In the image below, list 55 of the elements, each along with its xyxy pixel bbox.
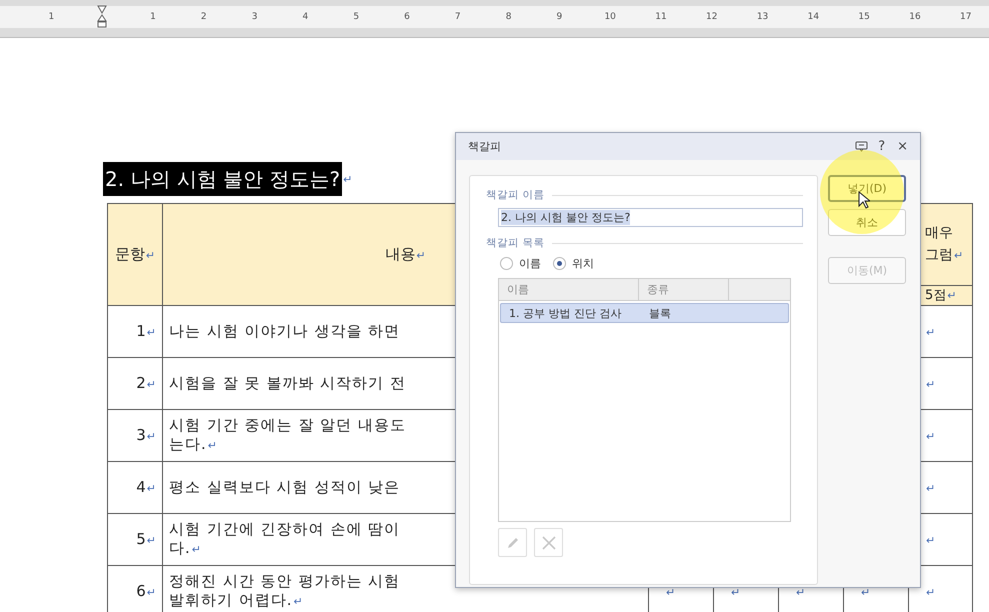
ruler-number: 1 (149, 12, 157, 22)
ruler-number: 2 (200, 12, 208, 22)
ruler-number: 6 (403, 12, 411, 22)
ruler-number: 10 (603, 12, 617, 22)
table-cell: 6↵ (136, 582, 156, 600)
section-label: 책갈피 목록 (486, 236, 544, 250)
help-button[interactable]: ? (876, 139, 888, 154)
ruler-number: 3 (250, 12, 258, 22)
table-cell: 시험을 잘 못 볼까봐 시작하기 전 (169, 374, 406, 392)
table-cell: 평소 실력보다 시험 성적이 낮은 (169, 478, 400, 496)
table-cell: 3↵ (136, 426, 156, 444)
sort-radio[interactable]: 이름 (500, 256, 541, 271)
indent-marker-icon[interactable] (97, 5, 108, 29)
paragraph-mark: ↵ (926, 378, 936, 390)
paragraph-mark: ↵ (926, 534, 936, 546)
table-cell: 4↵ (136, 478, 156, 496)
heading-text: 2. 나의 시험 불안 정도는? (103, 162, 342, 196)
paragraph-mark: ↵ (796, 586, 806, 598)
bookmark-list-item[interactable]: 1. 공부 방법 진단 검사 블록 (500, 303, 789, 323)
ruler-number: 13 (756, 12, 770, 22)
table-cell: 나는 시험 이야기나 생각을 하면 (169, 322, 400, 340)
table-cell: 정해진 시간 동안 평가하는 시험 발휘하기 어렵다.↵ (169, 572, 400, 609)
ruler-number: 16 (908, 12, 922, 22)
sort-radio[interactable]: 위치 (553, 256, 594, 271)
table-cell: 시험 기간에 긴장하여 손에 땀이 다.↵ (169, 520, 400, 557)
close-button[interactable]: × (895, 139, 910, 154)
paragraph-mark: ↵ (926, 430, 936, 442)
dialog-title: 책갈피 (468, 139, 502, 154)
paragraph-mark: ↵ (731, 586, 740, 598)
table-cell: 2↵ (136, 374, 156, 392)
ruler-number: 11 (654, 12, 668, 22)
paragraph-mark: ↵ (926, 586, 936, 598)
section-label: 책갈피 이름 (486, 188, 544, 202)
table-cell: 1↵ (136, 322, 156, 340)
table-header-cell: 문항↵ (108, 204, 162, 306)
paragraph-mark: ↵ (343, 172, 352, 186)
ruler-number: 17 (959, 12, 972, 22)
ruler-number: 14 (806, 12, 820, 22)
ruler-number: 8 (504, 12, 512, 22)
close-icon (540, 534, 556, 550)
ruler-number: 15 (857, 12, 871, 22)
ruler-number: 5 (352, 12, 360, 22)
ruler-number: 4 (302, 12, 310, 22)
table-cell: 시험 기간 중에는 잘 알던 내용도 는다.↵ (169, 416, 406, 453)
table-cell: 5↵ (136, 530, 156, 548)
paragraph-mark: ↵ (861, 586, 870, 598)
ruler-number: 1 (48, 12, 56, 22)
comment-icon[interactable] (855, 141, 868, 152)
paragraph-mark: ↵ (926, 482, 936, 494)
paragraph-mark: ↵ (926, 326, 936, 338)
ruler-number: 7 (454, 12, 462, 22)
bookmark-name-field[interactable]: 2. 나의 시험 불안 정도는? (498, 208, 803, 227)
ruler-number: 9 (556, 12, 564, 22)
ruler-number: 12 (705, 12, 718, 22)
paragraph-mark: ↵ (666, 586, 676, 598)
